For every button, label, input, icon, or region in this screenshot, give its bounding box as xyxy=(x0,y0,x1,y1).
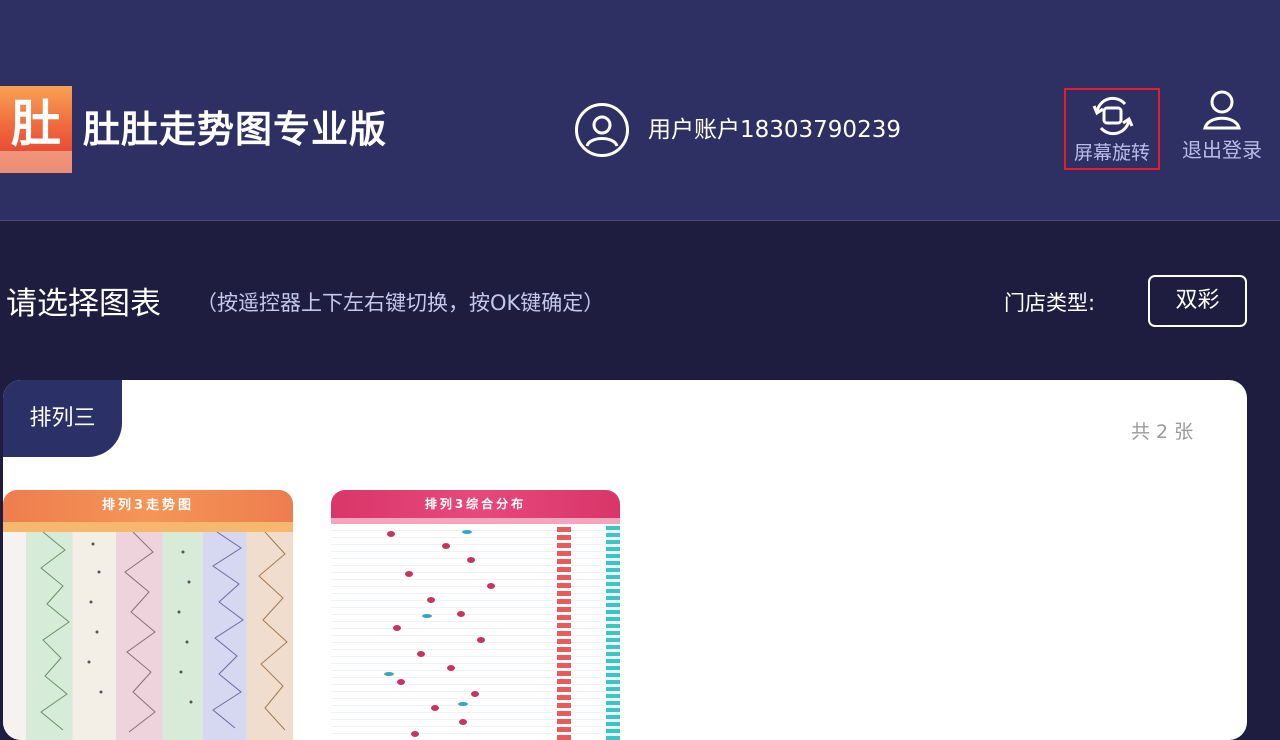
thumbnail-title: 排列3走势图 xyxy=(3,490,293,522)
thumbnail-column xyxy=(606,524,620,740)
app-logo: 肚 xyxy=(0,86,72,173)
logo-base xyxy=(0,151,72,173)
rotate-screen-button[interactable]: 屏幕旋转 xyxy=(1064,88,1160,170)
chart-count: 共 2 张 xyxy=(1131,421,1194,443)
section-title: 请选择图表 xyxy=(6,286,161,322)
chart-thumbnail[interactable]: 排列3综合分布 xyxy=(331,490,620,740)
thumbnail-preview xyxy=(384,530,495,737)
chart-thumbnail[interactable]: 排列3走势图 xyxy=(3,490,293,740)
user-icon xyxy=(1200,88,1244,136)
store-type-button[interactable]: 双彩 xyxy=(1148,275,1247,327)
logo-char: 肚 xyxy=(11,95,61,153)
category-tab[interactable]: 排列三 xyxy=(3,380,122,457)
logout-button[interactable]: 退出登录 xyxy=(1170,88,1274,170)
section-hint: （按遥控器上下左右键切换，按OK键确定） xyxy=(196,291,605,315)
thumbnail-column xyxy=(557,524,571,740)
thumbnail-preview xyxy=(40,531,288,733)
app-title: 肚肚走势图专业版 xyxy=(83,108,387,151)
user-avatar-icon xyxy=(575,103,629,157)
store-type-label: 门店类型: xyxy=(1004,291,1096,315)
rotate-screen-label: 屏幕旋转 xyxy=(1073,142,1150,164)
logout-label: 退出登录 xyxy=(1182,138,1262,162)
chart-panel: 排列三 共 2 张 排列3走势图 排列3综合分布 xyxy=(3,380,1247,740)
top-bar: 肚 肚肚走势图专业版 用户账户18303790239 屏幕旋转 退出登录 xyxy=(0,0,1280,221)
rotate-screen-icon xyxy=(1091,94,1135,142)
thumbnail-title: 排列3综合分布 xyxy=(331,490,620,518)
thumbnail-subheader xyxy=(3,522,293,532)
account-label: 用户账户18303790239 xyxy=(648,117,901,143)
